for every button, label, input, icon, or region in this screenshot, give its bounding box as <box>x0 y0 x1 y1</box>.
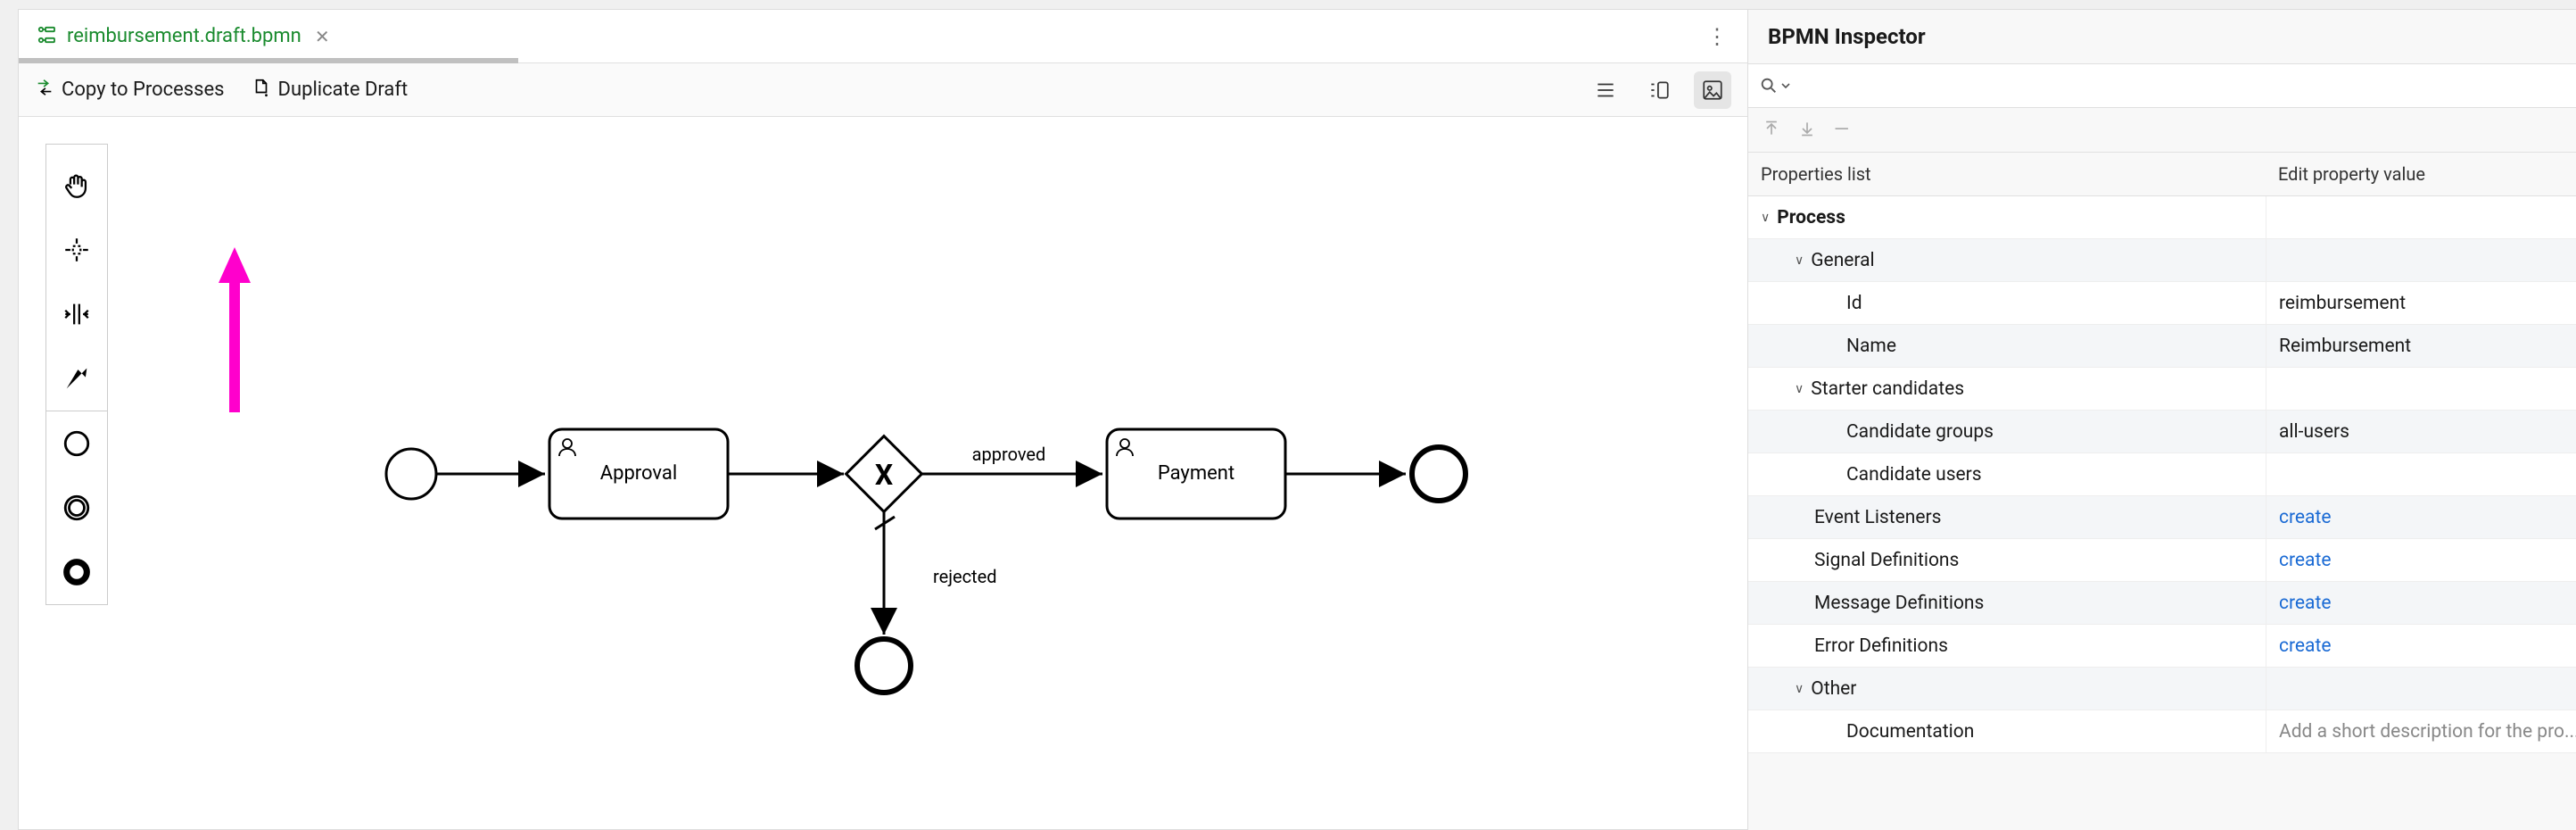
flow-rejected[interactable] <box>875 511 895 635</box>
prop-candidate-users-value[interactable] <box>2266 453 2576 495</box>
editor-pane: reimbursement.draft.bpmn ✕ ⋮ Copy to Pro… <box>18 9 1748 830</box>
create-event-listeners-link[interactable]: create <box>2279 507 2331 528</box>
flow-approved-label: approved <box>972 444 1046 465</box>
inspector-title: BPMN Inspector <box>1748 10 2576 63</box>
prop-name-label: Name <box>1748 325 2266 367</box>
connect-tool-icon[interactable] <box>46 346 107 411</box>
create-message-definitions-link[interactable]: create <box>2279 593 2331 614</box>
duplicate-draft-label: Duplicate Draft <box>278 79 409 101</box>
close-tab-icon[interactable]: ✕ <box>315 26 330 47</box>
view-diagram-icon[interactable] <box>1694 71 1731 109</box>
end-event[interactable] <box>1412 447 1466 501</box>
tree-general[interactable]: ∨General <box>1748 239 2266 281</box>
prop-documentation-value[interactable]: Add a short description for the pro... <box>2266 710 2576 752</box>
diagram-canvas[interactable]: Approval X approved r <box>19 117 1747 829</box>
annotation-arrow-icon <box>213 247 256 420</box>
prop-candidate-groups-label: Candidate groups <box>1748 411 2266 452</box>
properties-columns-header: Properties list Edit property value <box>1748 153 2576 196</box>
task-approval-label: Approval <box>600 462 678 485</box>
start-event[interactable] <box>386 449 436 499</box>
nav-up-icon[interactable] <box>1763 120 1780 141</box>
prop-event-listeners-label: Event Listeners <box>1748 496 2266 538</box>
duplicate-draft-button[interactable]: Duplicate Draft <box>252 78 409 103</box>
copy-to-processes-label: Copy to Processes <box>62 79 225 101</box>
tree-process[interactable]: ∨Process <box>1748 196 2266 238</box>
copy-to-processes-icon <box>35 78 54 103</box>
prop-id-label: Id <box>1748 282 2266 324</box>
end-event-rejected[interactable] <box>857 639 911 693</box>
col-header-value: Edit property value <box>2266 153 2576 195</box>
bpmn-file-icon <box>37 24 58 49</box>
flow-rejected-label: rejected <box>933 566 996 587</box>
intermediate-event-tool-icon[interactable] <box>46 476 107 540</box>
copy-to-processes-button[interactable]: Copy to Processes <box>35 78 225 103</box>
inspector-search[interactable] <box>1748 63 2576 108</box>
tab-underline <box>19 58 518 63</box>
tab-bar: reimbursement.draft.bpmn ✕ ⋮ <box>19 10 1747 63</box>
col-header-properties: Properties list <box>1748 153 2266 195</box>
duplicate-icon <box>252 78 271 103</box>
nav-down-icon[interactable] <box>1798 120 1816 141</box>
tree-starter-candidates[interactable]: ∨Starter candidates <box>1748 368 2266 410</box>
tree-other[interactable]: ∨Other <box>1748 668 2266 710</box>
gateway-marker-icon: X <box>875 458 893 492</box>
prop-candidate-users-label: Candidate users <box>1748 453 2266 495</box>
file-tab[interactable]: reimbursement.draft.bpmn ✕ <box>19 10 348 62</box>
prop-name-value[interactable]: Reimbursement <box>2266 325 2576 367</box>
editor-toolbar: Copy to Processes Duplicate Draft <box>19 63 1747 117</box>
prop-signal-definitions-label: Signal Definitions <box>1748 539 2266 581</box>
nav-minus-icon[interactable]: — <box>1834 119 1849 141</box>
prop-documentation-label: Documentation <box>1748 710 2266 752</box>
space-tool-icon[interactable] <box>46 282 107 346</box>
tool-palette <box>45 144 108 605</box>
file-tab-label: reimbursement.draft.bpmn <box>67 25 301 47</box>
prop-message-definitions-label: Message Definitions <box>1748 582 2266 624</box>
hand-tool-icon[interactable] <box>46 154 107 218</box>
view-split-icon[interactable] <box>1640 71 1678 109</box>
tab-overflow-menu-icon[interactable]: ⋮ <box>1687 24 1747 49</box>
create-signal-definitions-link[interactable]: create <box>2279 550 2331 571</box>
properties-tree: ∨Process ∨General Id reimbursement Name … <box>1748 196 2576 753</box>
create-error-definitions-link[interactable]: create <box>2279 635 2331 657</box>
inspector-nav-arrows: — <box>1748 108 2576 153</box>
lasso-tool-icon[interactable] <box>46 218 107 282</box>
bpmn-diagram[interactable]: Approval X approved r <box>358 367 1606 745</box>
prop-candidate-groups-value[interactable]: all-users <box>2266 411 2576 452</box>
prop-error-definitions-label: Error Definitions <box>1748 625 2266 667</box>
end-event-tool-icon[interactable] <box>46 540 107 604</box>
start-event-tool-icon[interactable] <box>46 411 107 476</box>
search-icon <box>1759 76 1779 95</box>
task-payment-label: Payment <box>1158 462 1234 485</box>
view-list-icon[interactable] <box>1587 71 1624 109</box>
inspector-pane: BPMN Inspector — Properties list Edit pr… <box>1748 9 2576 830</box>
prop-id-value[interactable]: reimbursement <box>2266 282 2576 324</box>
chevron-down-icon <box>1780 80 1791 91</box>
